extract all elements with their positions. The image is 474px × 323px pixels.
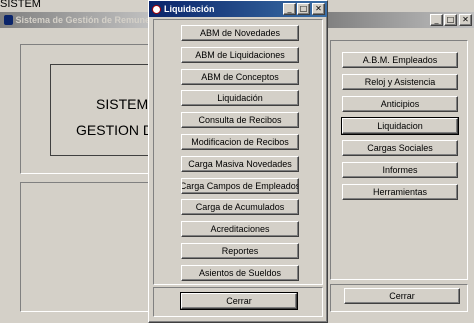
app-icon	[4, 15, 14, 25]
dialog-button-abm-de-conceptos[interactable]: ABM de Conceptos	[181, 68, 299, 85]
liquidacion-dialog: Liquidación _ □ ✕ ABM de Novedades ABM de…	[148, 0, 328, 323]
menu-titlebar[interactable]: _ □ ✕	[326, 12, 474, 28]
dialog-button-liquidacion[interactable]: Liquidación	[181, 90, 299, 107]
minimize-icon[interactable]: _	[430, 14, 443, 26]
dialog-close-button[interactable]: Cerrar	[180, 292, 298, 310]
dialog-button-reportes[interactable]: Reportes	[181, 243, 299, 259]
menu-window: _ □ ✕ A.B.M. Empleados Reloj y Asistencia…	[326, 12, 474, 323]
background-titlebar[interactable]: Sistema de Gestión de Remune	[0, 12, 150, 28]
menu-button-anticipios[interactable]: Anticipios	[342, 96, 458, 112]
menu-close-button[interactable]: Cerrar	[344, 288, 460, 304]
dialog-button-carga-masiva-novedades[interactable]: Carga Masiva Novedades	[181, 155, 299, 172]
dialog-button-abm-de-liquidaciones[interactable]: ABM de Liquidaciones	[181, 46, 299, 63]
menu-button-cargas-sociales[interactable]: Cargas Sociales	[342, 140, 458, 156]
background-top-text: SISTEM	[0, 0, 41, 10]
dialog-button-abm-de-novedades[interactable]: ABM de Novedades	[181, 25, 299, 41]
menu-button-reloj-y-asistencia[interactable]: Reloj y Asistencia	[342, 74, 458, 90]
dialog-button-asientos-de-sueldos[interactable]: Asientos de Sueldos	[181, 264, 299, 281]
maximize-icon[interactable]: □	[444, 14, 457, 26]
dialog-app-icon	[152, 4, 161, 14]
dialog-button-carga-campos-de-empleados[interactable]: Carga Campos de Empleados	[181, 177, 299, 194]
dialog-button-carga-de-acumulados[interactable]: Carga de Acumulados	[181, 199, 299, 216]
dialog-titlebar[interactable]: Liquidación _ □ ✕	[149, 1, 327, 17]
dialog-button-consulta-de-recibos[interactable]: Consulta de Recibos	[181, 112, 299, 129]
background-title: Sistema de Gestión de Remune	[15, 15, 150, 25]
dialog-minimize-icon[interactable]: _	[283, 3, 296, 15]
menu-button-a-b-m-empleados[interactable]: A.B.M. Empleados	[342, 52, 458, 68]
menu-button-liquidacion[interactable]: Liquidacion	[341, 117, 459, 135]
dialog-button-acreditaciones[interactable]: Acreditaciones	[181, 221, 299, 238]
close-icon[interactable]: ✕	[459, 14, 472, 26]
dialog-close-icon[interactable]: ✕	[312, 3, 325, 15]
menu-button-herramientas[interactable]: Herramientas	[342, 184, 458, 200]
menu-button-informes[interactable]: Informes	[342, 162, 458, 178]
background-lower-frame	[20, 182, 150, 312]
dialog-button-modificacion-de-recibos[interactable]: Modificacion de Recibos	[181, 134, 299, 150]
dialog-maximize-icon[interactable]: □	[297, 3, 310, 15]
dialog-title: Liquidación	[164, 4, 215, 14]
